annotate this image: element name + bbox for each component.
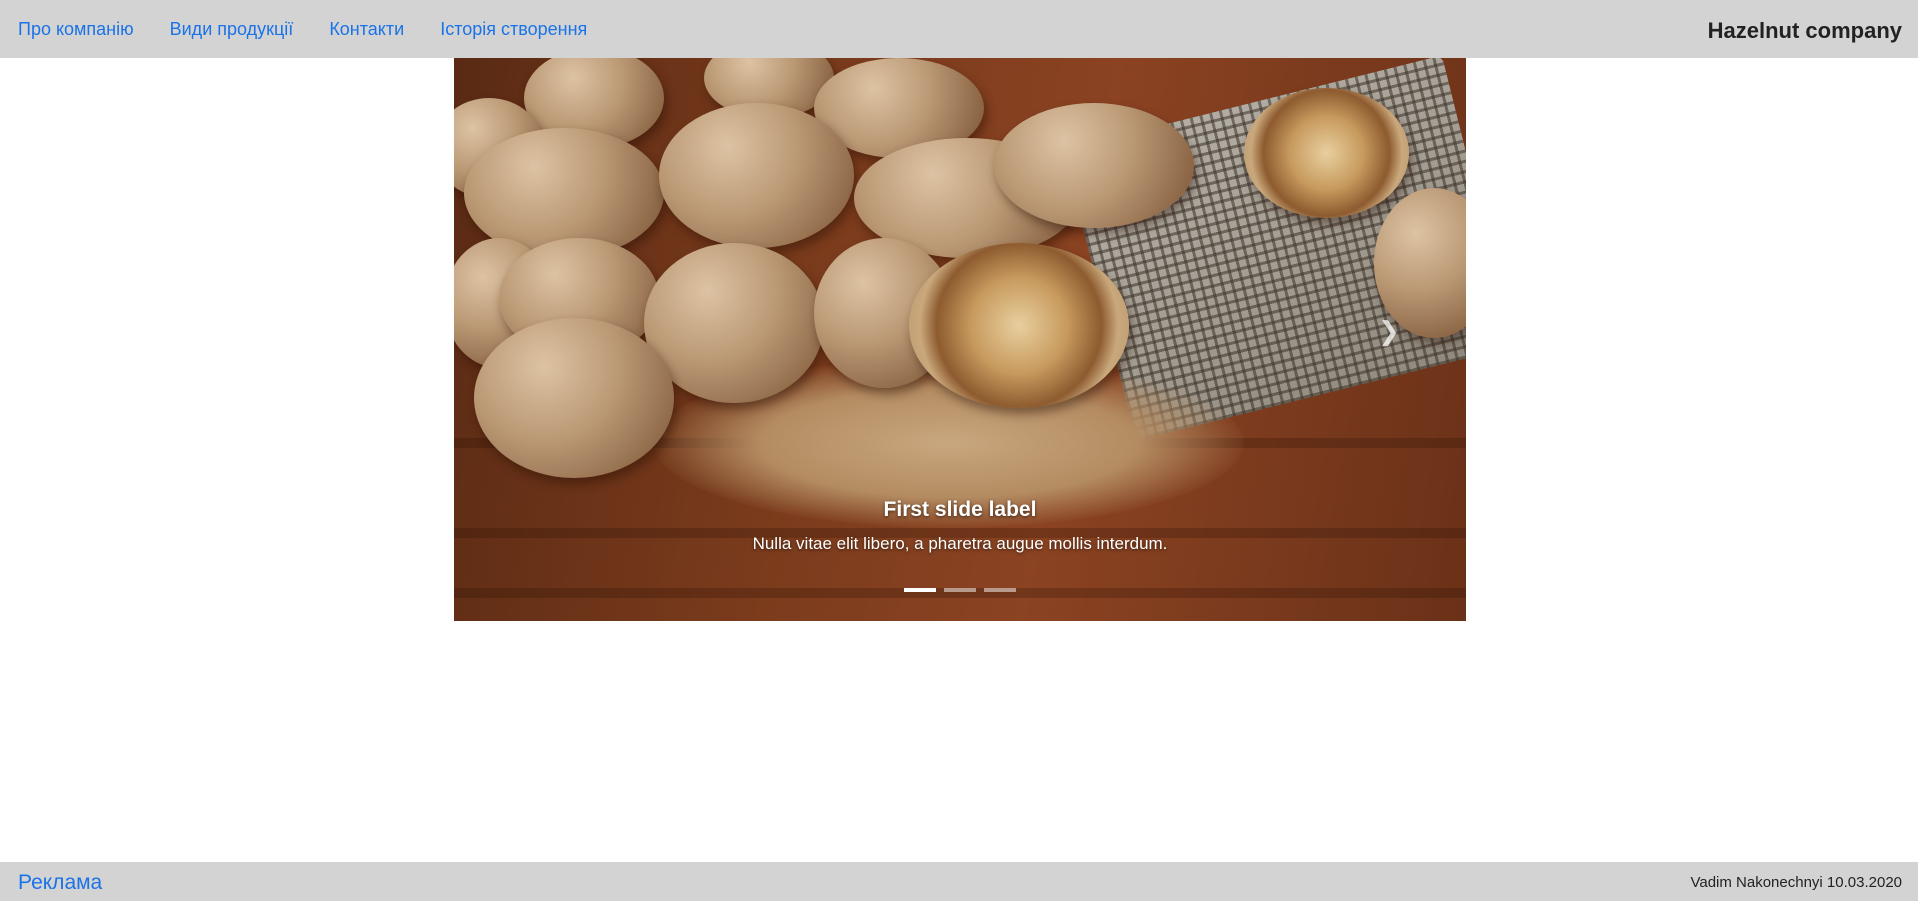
footer-ad-link[interactable]: Реклама (18, 862, 102, 904)
chevron-right-icon: ❯ (1378, 316, 1400, 346)
nav-link-contacts[interactable]: Контакти (329, 19, 404, 40)
nav-link-about[interactable]: Про компанію (18, 19, 134, 40)
slide-caption-text: Nulla vitae elit libero, a pharetra augu… (752, 534, 1168, 553)
nav-links: Про компанію Види продукції Контакти Іст… (18, 0, 623, 58)
indicator-slide-1[interactable] (904, 588, 936, 592)
nav-link-products[interactable]: Види продукції (170, 19, 294, 40)
indicator-slide-3[interactable] (984, 588, 1016, 592)
top-navbar: Про компанію Види продукції Контакти Іст… (0, 0, 1918, 58)
slide-caption-title: First slide label (883, 498, 1037, 521)
image-carousel: ❯ First slide label Nulla vitae elit lib… (454, 58, 1466, 621)
brand-name: Hazelnut company (1707, 18, 1902, 43)
footer-credit: Vadim Nakonechnyi 10.03.2020 (1690, 874, 1902, 891)
nav-link-history[interactable]: Історія створення (440, 19, 587, 40)
carousel-indicators (454, 588, 1466, 594)
carousel-next-button[interactable]: ❯ (1374, 316, 1404, 346)
page-footer: Реклама Vadim Nakonechnyi 10.03.2020 (0, 862, 1918, 901)
indicator-slide-2[interactable] (944, 588, 976, 592)
